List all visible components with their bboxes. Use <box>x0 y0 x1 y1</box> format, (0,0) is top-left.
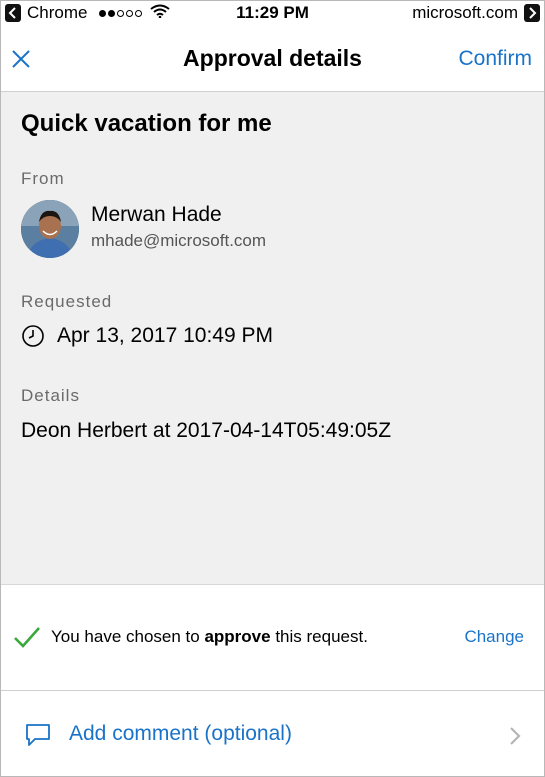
from-label: From <box>21 169 65 188</box>
requested-date: Apr 13, 2017 10:49 PM <box>57 324 273 347</box>
add-comment-label: Add comment (optional) <box>69 722 292 745</box>
approval-decision-row: You have chosen to approve this request.… <box>1 585 544 691</box>
details-label: Details <box>21 386 80 405</box>
app-frame: Chrome 11:29 PM microsoft.com Approval d… <box>0 0 545 777</box>
sender-email: mhade@microsoft.com <box>91 231 267 250</box>
approval-prefix: You have chosen to <box>51 627 205 646</box>
comment-icon <box>25 723 51 747</box>
approval-details-panel: Quick vacation for me From Merwan Hade m… <box>1 92 544 585</box>
details-text: Deon Herbert at 2017-04-14T05:49:05Z <box>21 419 392 442</box>
status-domain: microsoft.com <box>412 3 518 22</box>
clock-icon <box>21 324 45 348</box>
status-bar: Chrome 11:29 PM microsoft.com <box>1 1 544 27</box>
nav-bar: Approval details Confirm <box>1 27 544 92</box>
sender-name: Merwan Hade <box>91 203 222 226</box>
checkmark-icon <box>13 625 41 649</box>
requested-label: Requested <box>21 292 113 311</box>
status-right: microsoft.com <box>412 3 540 23</box>
confirm-button[interactable]: Confirm <box>458 47 532 71</box>
approval-decision: approve <box>204 627 271 646</box>
forward-to-site-icon[interactable] <box>524 4 540 22</box>
add-comment-row[interactable]: Add comment (optional) <box>1 691 544 776</box>
approval-message: You have chosen to approve this request. <box>51 627 368 647</box>
avatar <box>21 200 79 258</box>
request-title: Quick vacation for me <box>21 110 272 137</box>
approval-suffix: this request. <box>270 627 368 646</box>
change-button[interactable]: Change <box>464 627 524 647</box>
chevron-right-icon <box>508 725 522 747</box>
